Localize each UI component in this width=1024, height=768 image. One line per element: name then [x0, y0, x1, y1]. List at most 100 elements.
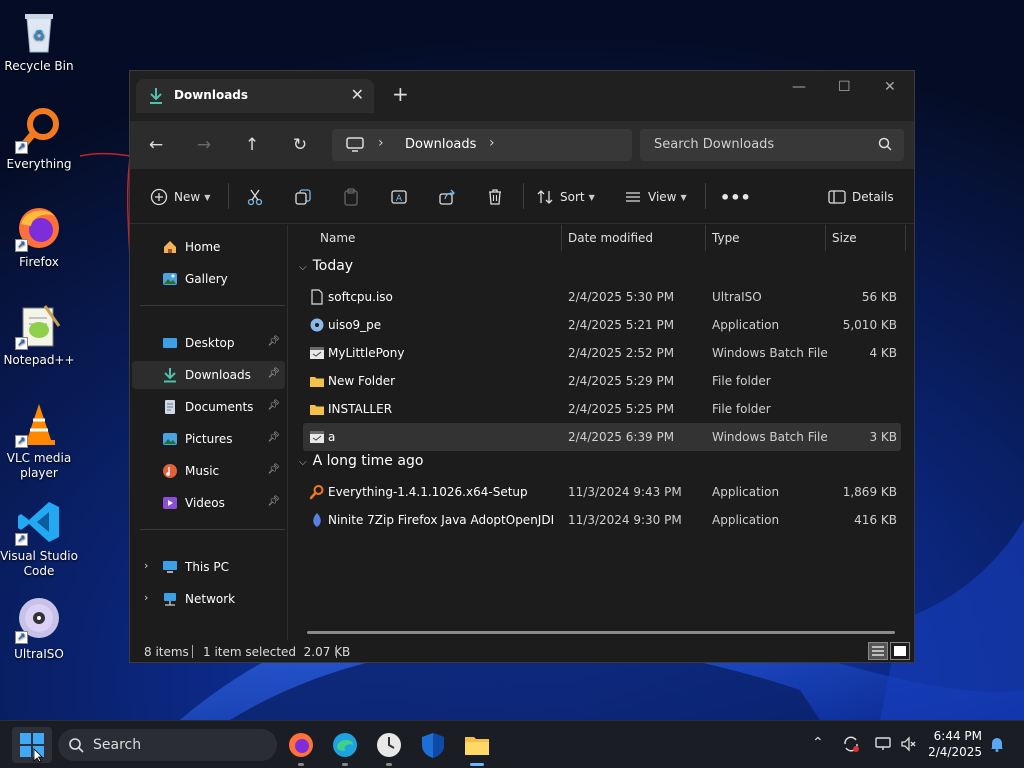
table-row[interactable]: softcpu.iso 2/4/2025 5:30 PM UltraISO 56…	[303, 283, 901, 311]
maximize-button[interactable]: ☐	[838, 79, 851, 95]
column-divider[interactable]	[705, 225, 706, 251]
column-header-date[interactable]: Date modified	[568, 225, 653, 251]
taskbar-clock-app[interactable]	[373, 729, 405, 766]
tab-close-icon[interactable]: ✕	[351, 85, 364, 104]
table-row[interactable]: Everything-1.4.1.1026.x64-Setup 11/3/202…	[303, 478, 901, 506]
column-header-size[interactable]: Size	[832, 225, 857, 251]
sidebar-item-documents[interactable]: Documents 📌︎	[132, 393, 285, 421]
chevron-right-icon[interactable]: ›	[144, 591, 148, 604]
pin-icon[interactable]: 📌︎	[267, 336, 280, 347]
file-list[interactable]: Name Date modified Type Size ⌵ Today soft…	[289, 225, 914, 640]
display-icon[interactable]	[874, 735, 892, 753]
chevron-down-icon: ▼	[204, 192, 211, 202]
active-indicator	[470, 763, 484, 766]
breadcrumb-chevron-icon[interactable]: ›	[378, 135, 384, 151]
delete-button[interactable]	[486, 185, 504, 209]
sidebar-item-music[interactable]: Music 📌︎	[132, 457, 285, 485]
chevron-up-icon[interactable]: ⌃	[812, 735, 824, 751]
folder-icon	[465, 737, 489, 755]
column-header-name[interactable]: Name	[320, 225, 355, 251]
more-options-icon[interactable]: •••	[720, 185, 751, 209]
notification-bell-icon[interactable]	[988, 735, 1006, 753]
sidebar-item-videos[interactable]: Videos 📌︎	[132, 489, 285, 517]
tab-downloads[interactable]: Downloads ✕	[136, 79, 374, 113]
new-tab-button[interactable]: +	[392, 84, 409, 104]
sort-button[interactable]: Sort ▼	[536, 185, 595, 209]
desktop-icon-firefox[interactable]: ↗ Firefox	[0, 204, 78, 270]
file-explorer-window[interactable]: Downloads ✕ + — ☐ ✕ ← → ↑ ↻ › Downloads …	[129, 70, 915, 663]
desktop-icon-vscode[interactable]: ↗ Visual Studio Code	[0, 498, 78, 579]
pin-icon[interactable]: 📌︎	[267, 400, 280, 411]
selection-info: 1 item selected 2.07 KB	[203, 645, 351, 659]
column-divider[interactable]	[905, 225, 906, 251]
forward-arrow-icon[interactable]: →	[192, 133, 216, 157]
shortcut-arrow-icon: ↗	[15, 239, 28, 252]
horizontal-scrollbar[interactable]	[307, 631, 895, 634]
rename-button[interactable]: A	[390, 185, 408, 209]
sidebar-item-downloads[interactable]: Downloads 📌︎	[132, 361, 285, 389]
details-button[interactable]: Details	[828, 185, 894, 209]
new-button[interactable]: New ▼	[150, 185, 210, 209]
pin-icon[interactable]: 📌︎	[267, 368, 280, 379]
table-row[interactable]: Ninite 7Zip Firefox Java AdoptOpenJDK x.…	[303, 506, 901, 534]
group-header-today[interactable]: ⌵ Today	[299, 258, 353, 274]
search-input[interactable]: Search Downloads	[640, 129, 904, 161]
refresh-icon[interactable]: ↻	[288, 133, 312, 157]
breadcrumb-downloads[interactable]: Downloads	[405, 137, 476, 152]
table-row[interactable]: MyLittlePony 2/4/2025 2:52 PM Windows Ba…	[303, 339, 901, 367]
table-row-selected[interactable]: a 2/4/2025 6:39 PM Windows Batch File 3 …	[303, 423, 901, 451]
cut-button[interactable]	[246, 185, 264, 209]
breadcrumb-chevron-icon[interactable]: ›	[489, 135, 495, 151]
desktop-icon-label: UltraISO	[14, 647, 64, 661]
table-row[interactable]: New Folder 2/4/2025 5:29 PM File folder	[303, 367, 901, 395]
view-label: View	[648, 190, 677, 204]
system-clock[interactable]: 6:44 PM 2/4/2025	[926, 728, 982, 760]
taskbar-edge[interactable]	[329, 729, 361, 766]
speaker-muted-icon[interactable]	[900, 735, 918, 753]
taskbar-firefox[interactable]	[285, 729, 317, 766]
desktop-icon-everything[interactable]: ↗ Everything	[0, 106, 78, 172]
details-view-toggle[interactable]	[868, 642, 888, 660]
sidebar-item-gallery[interactable]: Gallery	[132, 265, 285, 293]
file-name: a	[328, 430, 336, 444]
desktop-icon-recycle-bin[interactable]: ♻ Recycle Bin	[0, 8, 78, 74]
chevron-right-icon[interactable]: ›	[144, 559, 148, 572]
taskbar-security[interactable]	[417, 729, 449, 761]
group-header-long-time-ago[interactable]: ⌵ A long time ago	[299, 453, 423, 469]
paste-button[interactable]	[342, 185, 360, 209]
view-button[interactable]: View ▼	[624, 185, 687, 209]
copy-button[interactable]	[294, 185, 312, 209]
music-icon	[163, 464, 177, 478]
minimize-button[interactable]: —	[792, 79, 806, 95]
sync-icon[interactable]	[842, 735, 860, 753]
pin-icon[interactable]: 📌︎	[267, 496, 280, 507]
pin-icon[interactable]: 📌︎	[267, 432, 280, 443]
up-arrow-icon[interactable]: ↑	[240, 133, 264, 157]
pin-icon[interactable]: 📌︎	[267, 464, 280, 475]
sidebar-item-network[interactable]: › Network	[132, 585, 285, 613]
back-arrow-icon[interactable]: ←	[144, 133, 168, 157]
title-bar[interactable]: Downloads ✕ + — ☐ ✕	[130, 71, 914, 121]
sidebar-item-pictures[interactable]: Pictures 📌︎	[132, 425, 285, 453]
tiles-view-toggle[interactable]	[890, 642, 910, 660]
start-button[interactable]	[12, 727, 52, 763]
this-pc-icon	[163, 561, 177, 573]
share-button[interactable]	[438, 185, 456, 209]
table-row[interactable]: INSTALLER 2/4/2025 5:25 PM File folder	[303, 395, 901, 423]
address-bar[interactable]: › Downloads ›	[332, 129, 632, 161]
desktop-icon-notepadpp[interactable]: ↗ Notepad++	[0, 302, 78, 368]
column-header-type[interactable]: Type	[712, 225, 740, 251]
sidebar-item-this-pc[interactable]: › This PC	[132, 553, 285, 581]
column-divider[interactable]	[561, 225, 562, 251]
taskbar-file-explorer[interactable]	[461, 729, 493, 766]
sidebar-item-desktop[interactable]: Desktop 📌︎	[132, 329, 285, 357]
download-arrow-icon	[150, 88, 162, 104]
table-row[interactable]: uiso9_pe 2/4/2025 5:21 PM Application 5,…	[303, 311, 901, 339]
column-divider[interactable]	[825, 225, 826, 251]
plus-circle-icon	[150, 188, 168, 206]
taskbar-search-input[interactable]: Search	[58, 729, 277, 761]
desktop-icon-vlc[interactable]: ↗ VLC media player	[0, 400, 78, 481]
close-window-button[interactable]: ✕	[884, 79, 896, 95]
sidebar-item-home[interactable]: Home	[132, 233, 285, 261]
desktop-icon-ultraiso[interactable]: ↗ UltraISO	[0, 596, 78, 662]
